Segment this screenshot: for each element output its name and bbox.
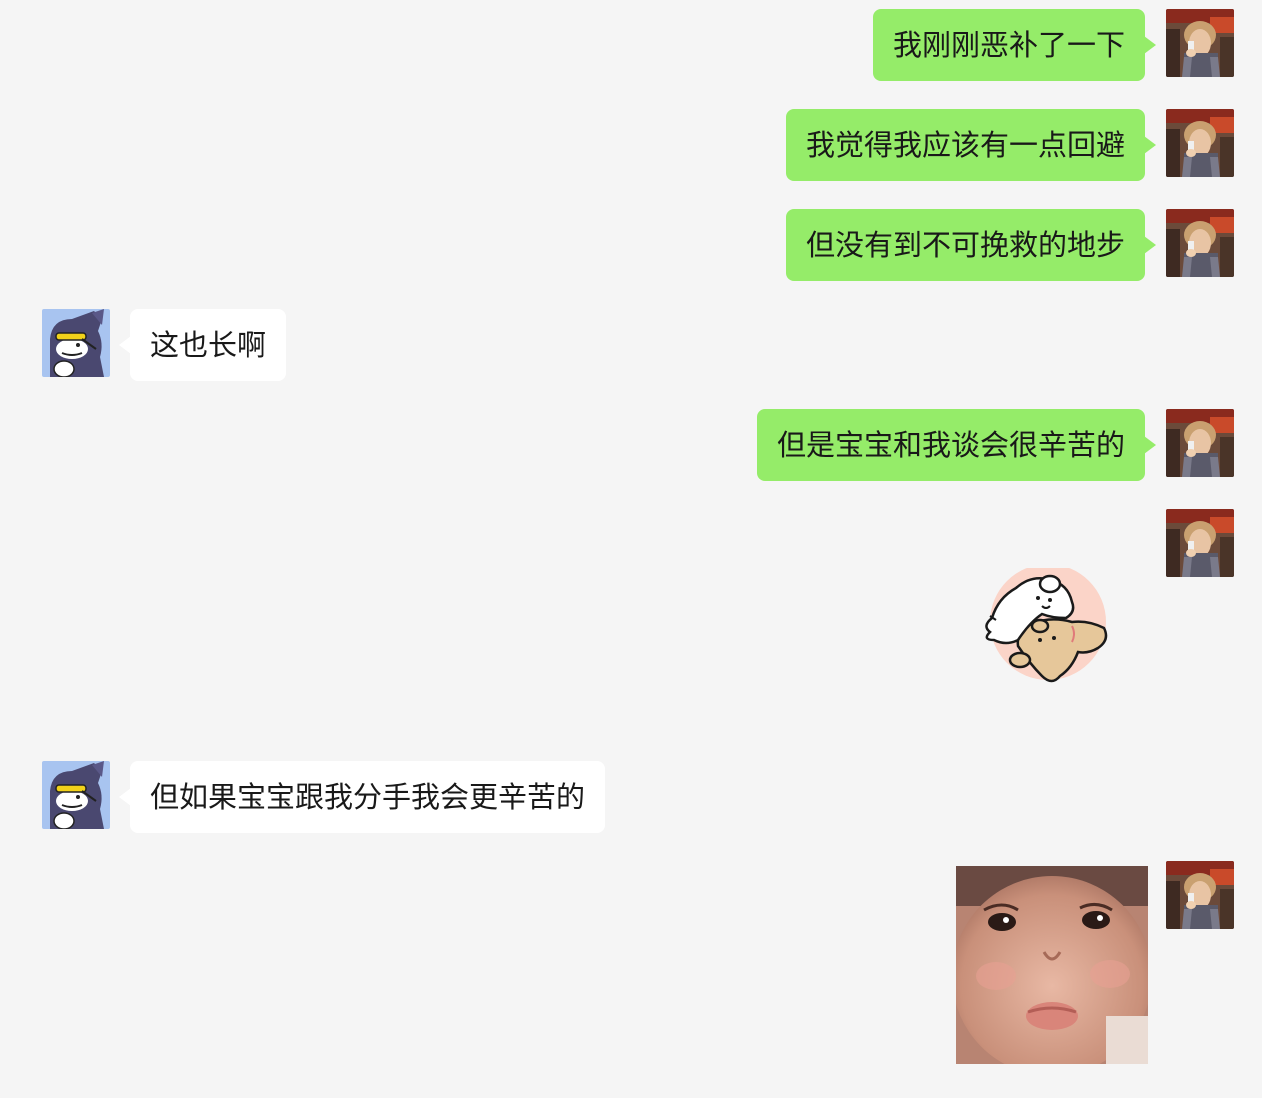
woman-on-phone-avatar-icon: [1166, 861, 1234, 929]
my-avatar[interactable]: [1166, 861, 1234, 929]
woman-on-phone-avatar-icon: [1166, 409, 1234, 477]
woman-on-phone-avatar-icon: [1166, 209, 1234, 277]
woman-on-phone-avatar-icon: [1166, 9, 1234, 77]
crying-baby-photo[interactable]: [956, 866, 1148, 1064]
my-avatar[interactable]: [1166, 209, 1234, 277]
my-avatar[interactable]: [1166, 509, 1234, 577]
woman-on-phone-avatar-icon: [1166, 109, 1234, 177]
message-bubble-received[interactable]: 但如果宝宝跟我分手我会更辛苦的: [118, 761, 606, 833]
cartoon-cat-sunglasses-avatar-icon: [42, 309, 110, 377]
cartoon-cat-sunglasses-avatar-icon: [42, 761, 110, 829]
white-dog-hugging-bear-sticker[interactable]: [976, 568, 1116, 688]
message-bubble-sent[interactable]: 但是宝宝和我谈会很辛苦的: [756, 409, 1157, 481]
contact-avatar[interactable]: [42, 761, 110, 829]
contact-avatar[interactable]: [42, 309, 110, 377]
crying-baby-image: [956, 866, 1148, 1064]
message-bubble-sent[interactable]: 我觉得我应该有一点回避: [785, 109, 1157, 181]
woman-on-phone-avatar-icon: [1166, 509, 1234, 577]
chat-window: 我刚刚恶补了一下 我觉得我应该有一点回避 但没有到不可挽救的地步 这也长啊 但是…: [0, 0, 1262, 1098]
my-avatar[interactable]: [1166, 9, 1234, 77]
my-avatar[interactable]: [1166, 409, 1234, 477]
message-bubble-received[interactable]: 这也长啊: [118, 309, 287, 381]
my-avatar[interactable]: [1166, 109, 1234, 177]
dog-hug-sticker-icon: [985, 568, 1108, 683]
message-bubble-sent[interactable]: 我刚刚恶补了一下: [872, 9, 1157, 81]
message-bubble-sent[interactable]: 但没有到不可挽救的地步: [785, 209, 1157, 281]
